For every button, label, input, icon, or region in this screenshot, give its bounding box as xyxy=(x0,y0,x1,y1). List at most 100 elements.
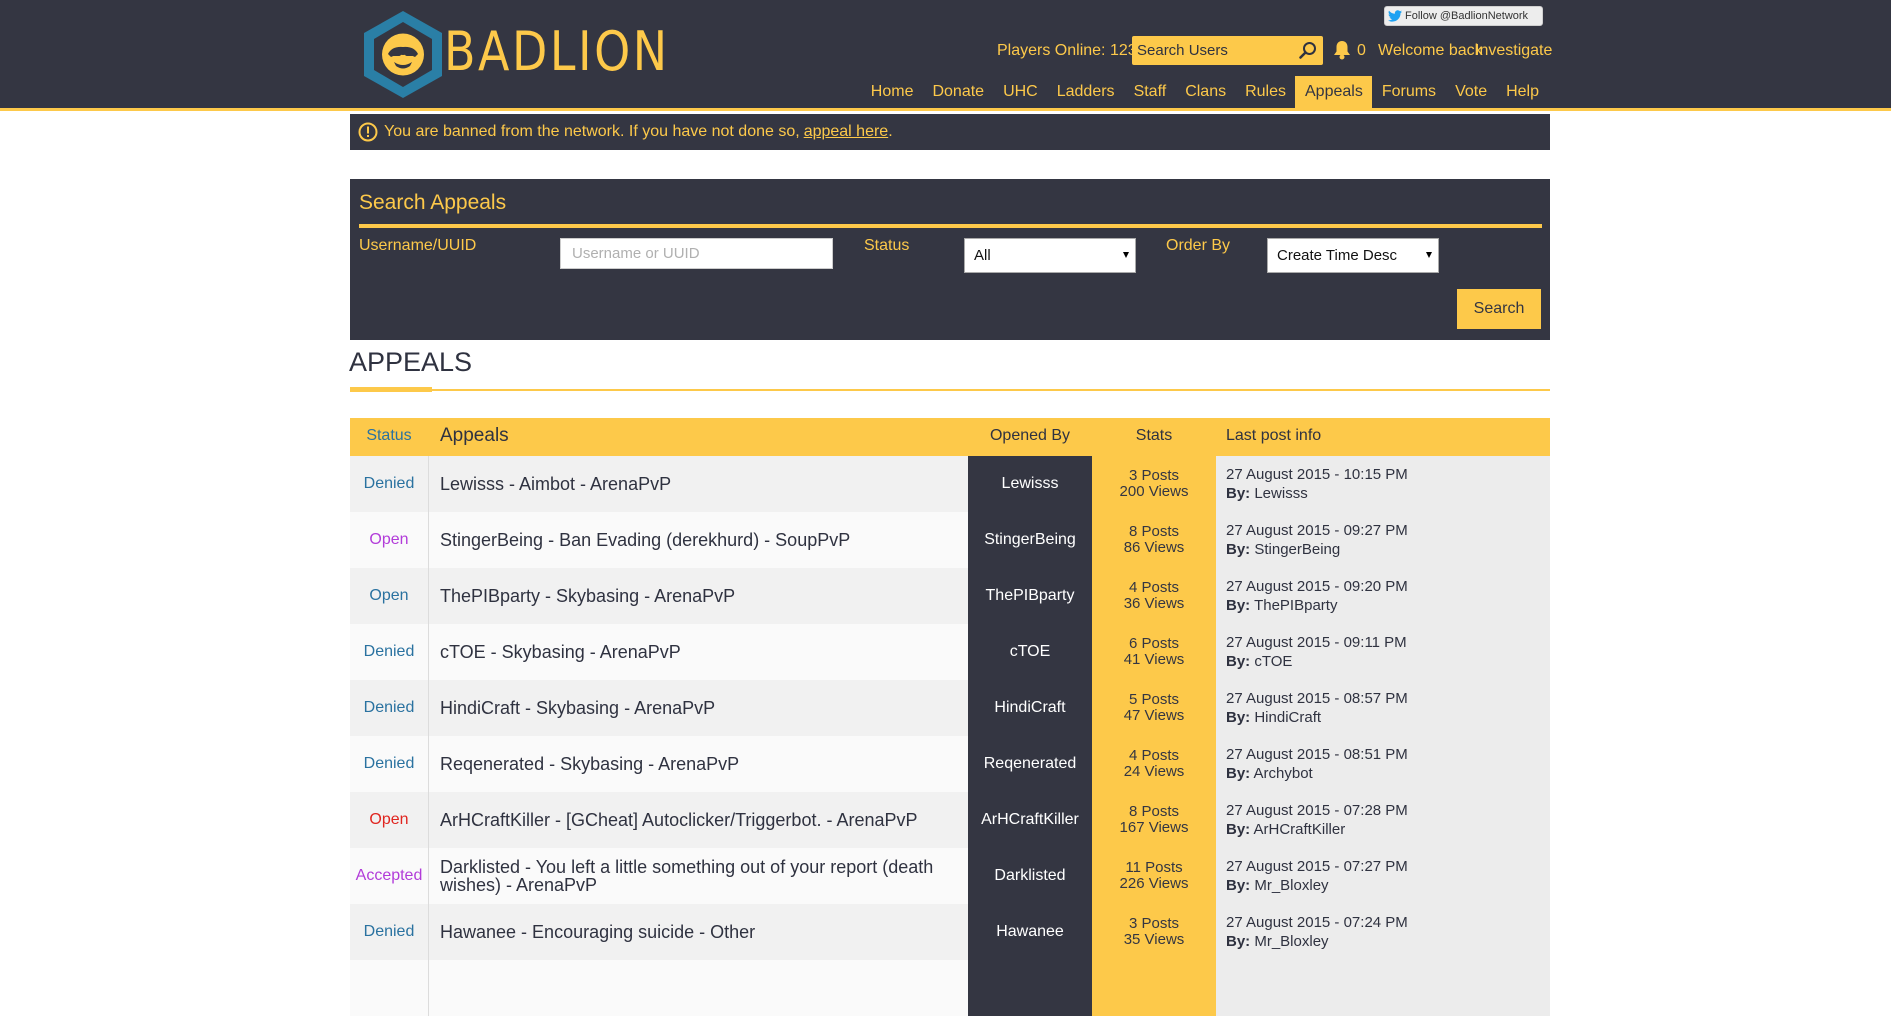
nav-rules[interactable]: Rules xyxy=(1235,76,1295,110)
players-online: Players Online: 1235 xyxy=(997,42,1146,59)
opened-by-user[interactable]: Reqenerated xyxy=(968,736,1092,792)
order-by-label: Order By xyxy=(1166,237,1231,254)
last-post-author[interactable]: Lewisss xyxy=(1254,485,1307,502)
view-count: 226 Views xyxy=(1119,875,1189,892)
column-status[interactable]: Status xyxy=(350,427,428,445)
last-post-info: 27 August 2015 - 09:11 PM By: cTOE xyxy=(1216,624,1550,680)
last-post-info: 27 August 2015 - 09:20 PM By: ThePIBparty xyxy=(1216,568,1550,624)
table-row[interactable]: Accepted Darklisted - You left a little s… xyxy=(350,848,1550,904)
top-header: BADLION Follow @BadlionNetwork Players O… xyxy=(0,0,1891,111)
last-post-info: 27 August 2015 - 08:57 PM By: HindiCraft xyxy=(1216,680,1550,736)
column-divider xyxy=(428,792,429,848)
search-appeals-panel: Search Appeals Username/UUID Status All … xyxy=(350,179,1550,340)
table-row[interactable]: Denied HindiCraft - Skybasing - ArenaPvP H… xyxy=(350,680,1550,736)
last-post-author[interactable]: HindiCraft xyxy=(1254,709,1321,726)
appeal-title-link[interactable]: HindiCraft - Skybasing - ArenaPvP xyxy=(440,680,958,736)
opened-by-user[interactable] xyxy=(968,960,1092,1016)
last-post-date: 27 August 2015 - 08:51 PM xyxy=(1226,746,1408,763)
welcome-text: Welcome back xyxy=(1378,42,1483,59)
last-post-author[interactable]: Mr_Bloxley xyxy=(1254,877,1328,894)
column-divider xyxy=(428,904,429,960)
table-row[interactable] xyxy=(350,960,1550,1016)
appeal-status xyxy=(350,960,428,1016)
last-post-author[interactable]: cTOE xyxy=(1254,653,1292,670)
table-row[interactable]: Open ThePIBparty - Skybasing - ArenaPvP Th… xyxy=(350,568,1550,624)
opened-by-user[interactable]: Darklisted xyxy=(968,848,1092,904)
opened-by-user[interactable]: StingerBeing xyxy=(968,512,1092,568)
nav-vote[interactable]: Vote xyxy=(1445,76,1496,110)
last-post-date: 27 August 2015 - 08:57 PM xyxy=(1226,690,1408,707)
username-label: Username/UUID xyxy=(359,237,477,254)
post-count: 3 Posts xyxy=(1128,915,1180,932)
opened-by-user[interactable]: Lewisss xyxy=(968,456,1092,512)
order-by-select[interactable]: Create Time Desc xyxy=(1267,238,1439,273)
appeal-title-link[interactable]: ThePIBparty - Skybasing - ArenaPvP xyxy=(440,568,958,624)
view-count: 24 Views xyxy=(1123,763,1185,780)
brand-name[interactable]: BADLION xyxy=(444,20,670,83)
appeal-stats: 5 Posts 47 Views xyxy=(1092,680,1216,736)
nav-uhc[interactable]: UHC xyxy=(993,76,1047,110)
badlion-logo-icon[interactable] xyxy=(362,10,444,99)
table-row[interactable]: Denied Hawanee - Encouraging suicide - Ot… xyxy=(350,904,1550,960)
appeal-title-link[interactable]: cTOE - Skybasing - ArenaPvP xyxy=(440,624,958,680)
last-post-author[interactable]: Mr_Bloxley xyxy=(1254,933,1328,950)
opened-by-user[interactable]: ArHCraftKiller xyxy=(968,792,1092,848)
column-divider xyxy=(428,960,429,1016)
search-button[interactable]: Search xyxy=(1457,289,1541,329)
appeal-title-link[interactable]: ArHCraftKiller - [GCheat] Autoclicker/Tr… xyxy=(440,792,958,848)
last-post-author[interactable]: ArHCraftKiller xyxy=(1254,821,1346,838)
status-select[interactable]: All xyxy=(964,238,1136,273)
by-label: By: xyxy=(1226,541,1251,558)
last-post-author[interactable]: StingerBeing xyxy=(1254,541,1340,558)
opened-by-user[interactable]: HindiCraft xyxy=(968,680,1092,736)
twitter-icon xyxy=(1388,10,1402,22)
nav-forums[interactable]: Forums xyxy=(1372,76,1445,110)
appeal-stats: 6 Posts 41 Views xyxy=(1092,624,1216,680)
appeal-title-link[interactable]: Lewisss - Aimbot - ArenaPvP xyxy=(440,456,958,512)
table-row[interactable]: Open ArHCraftKiller - [GCheat] Autoclicke… xyxy=(350,792,1550,848)
opened-by-user[interactable]: cTOE xyxy=(968,624,1092,680)
last-post-author[interactable]: ThePIBparty xyxy=(1254,597,1337,614)
table-row[interactable]: Denied Lewisss - Aimbot - ArenaPvP Lewisss… xyxy=(350,456,1550,512)
last-post-author[interactable]: Archybot xyxy=(1254,765,1313,782)
appeal-status: Denied xyxy=(363,755,415,772)
table-row[interactable]: Denied Reqenerated - Skybasing - ArenaPvP… xyxy=(350,736,1550,792)
appeal-title-link[interactable]: Reqenerated - Skybasing - ArenaPvP xyxy=(440,736,958,792)
nav-appeals[interactable]: Appeals xyxy=(1295,76,1372,110)
nav-home[interactable]: Home xyxy=(861,76,923,110)
last-post-info: 27 August 2015 - 07:27 PM By: Mr_Bloxley xyxy=(1216,848,1550,904)
opened-by-user[interactable]: ThePIBparty xyxy=(968,568,1092,624)
notification-count[interactable]: 0 xyxy=(1357,40,1366,62)
appeal-title-link[interactable]: Hawanee - Encouraging suicide - Other xyxy=(440,904,958,960)
appeal-title-link[interactable]: StingerBeing - Ban Evading (derekhurd) -… xyxy=(440,512,958,568)
appeal-title-link[interactable]: Darklisted - You left a little something… xyxy=(440,848,958,904)
opened-by-user[interactable]: Hawanee xyxy=(968,904,1092,960)
table-row[interactable]: Open StingerBeing - Ban Evading (derekhur… xyxy=(350,512,1550,568)
column-divider xyxy=(428,456,429,512)
username-link[interactable]: Investigate xyxy=(1475,40,1552,62)
appeals-table: Status Appeals Opened By Stats Last post… xyxy=(350,418,1550,1016)
nav-help[interactable]: Help xyxy=(1496,76,1548,110)
appeal-status: Denied xyxy=(363,475,415,492)
notification-bell-icon[interactable] xyxy=(1332,40,1352,60)
table-row[interactable]: Denied cTOE - Skybasing - ArenaPvP cTOE 6 P… xyxy=(350,624,1550,680)
appeal-here-link[interactable]: appeal here xyxy=(804,123,889,141)
twitter-follow-label: Follow @BadlionNetwork xyxy=(1405,10,1529,22)
ban-notice: You are banned from the network. If you … xyxy=(350,114,1550,150)
column-divider xyxy=(428,736,429,792)
last-post-date: 27 August 2015 - 09:20 PM xyxy=(1226,578,1408,595)
dropdown-caret-icon xyxy=(1426,252,1432,258)
view-count: 200 Views xyxy=(1119,483,1189,500)
username-input[interactable] xyxy=(560,238,833,269)
nav-donate[interactable]: Donate xyxy=(922,76,993,110)
search-panel-title: Search Appeals xyxy=(359,191,507,214)
twitter-follow-button[interactable]: Follow @BadlionNetwork xyxy=(1384,6,1543,26)
appeal-title-link[interactable] xyxy=(440,960,958,1016)
appeal-stats: 3 Posts 35 Views xyxy=(1092,904,1216,960)
search-icon[interactable] xyxy=(1299,41,1317,59)
nav-clans[interactable]: Clans xyxy=(1175,76,1235,110)
nav-staff[interactable]: Staff xyxy=(1124,76,1176,110)
search-users-input[interactable] xyxy=(1132,36,1292,65)
heading-rule xyxy=(350,389,1550,391)
nav-ladders[interactable]: Ladders xyxy=(1047,76,1124,110)
